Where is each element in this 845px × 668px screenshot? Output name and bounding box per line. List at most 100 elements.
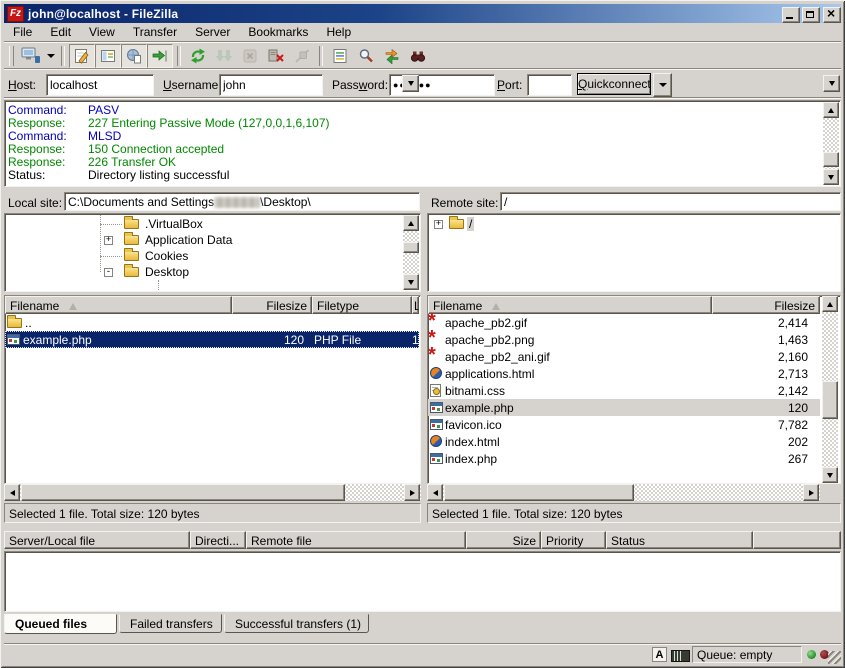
queue-header-status[interactable]: Status [606,531,753,549]
file-size: 2,713 [728,367,808,381]
host-input[interactable] [46,74,154,96]
remote-site-combobox[interactable]: / [500,192,841,211]
local-site-combo-arrow[interactable] [402,75,419,92]
local-tree-scrollbar-thumb[interactable] [403,242,419,253]
log-scroll-up-button[interactable] [823,102,839,118]
menu-item-bookmarks[interactable]: Bookmarks [239,23,317,42]
toggle-message-log-button[interactable] [69,44,95,68]
menu-item-edit[interactable]: Edit [41,23,80,42]
file-row[interactable]: apache_pb2.gif2,414 [428,314,820,331]
local-header-lastmodified[interactable]: L [412,296,419,314]
local-hscrollbar-thumb[interactable] [21,484,345,501]
cancel-operation-button[interactable] [237,44,263,68]
site-manager-button[interactable] [18,44,44,68]
queue-header-priority[interactable]: Priority [541,531,606,549]
log-scrollbar-thumb[interactable] [823,152,839,167]
find-files-button[interactable] [405,44,431,68]
local-header-filetype[interactable]: Filetype [312,296,412,314]
arrow-down-icon [408,280,414,285]
file-row[interactable]: bitnami.css2,142 [428,382,820,399]
file-row[interactable]: apache_pb2.png1,463 [428,331,820,348]
toggle-transfer-queue-button[interactable] [147,44,173,68]
file-row[interactable]: example.php120 [428,399,820,416]
local-tree-scroll-up-button[interactable] [403,215,419,231]
tree-item-root[interactable]: / [467,217,474,231]
menu-item-help[interactable]: Help [317,23,360,42]
resize-grip[interactable] [828,651,841,664]
arrow-right-icon [809,490,814,496]
collapse-minus-icon[interactable]: - [104,268,113,277]
tree-item-desktop[interactable]: Desktop [143,265,191,279]
tree-item-cookies[interactable]: Cookies [143,249,190,263]
remote-scroll-up-button[interactable] [822,296,838,312]
site-manager-dropdown-button[interactable] [44,45,57,67]
toolbar-grip[interactable] [9,46,14,66]
log-scroll-down-button[interactable] [823,169,839,185]
toggle-local-tree-button[interactable] [95,44,121,68]
transfer-queue-panel[interactable] [4,551,841,612]
local-header-filename[interactable]: Filename [5,296,232,314]
directory-comparison-button[interactable] [353,44,379,68]
file-row[interactable]: index.php267 [428,450,820,467]
local-tree-scroll-down-button[interactable] [403,274,419,290]
menu-item-transfer[interactable]: Transfer [124,23,186,42]
local-site-combobox[interactable]: C:\Documents and Settings\Desktop\ [64,192,420,211]
file-row[interactable]: favicon.ico7,782 [428,416,820,433]
tab-queued-files[interactable]: Queued files [4,614,117,634]
expand-plus-icon[interactable]: + [434,220,443,229]
queue-header-remote-file[interactable]: Remote file [246,531,466,549]
remote-scroll-left-button[interactable] [427,484,443,501]
port-input[interactable] [527,74,572,96]
local-tree-panel[interactable] [4,213,421,292]
tree-item-virtualbox[interactable]: .VirtualBox [143,217,205,231]
refresh-button[interactable] [185,44,211,68]
reconnect-button[interactable] [289,44,315,68]
local-header-filesize[interactable]: Filesize [232,296,312,314]
queue-header-direction[interactable]: Directi... [190,531,246,549]
toggle-remote-tree-button[interactable] [121,44,147,68]
file-size: 2,414 [728,316,808,330]
maximize-button[interactable] [802,7,820,23]
tab-failed-transfers[interactable]: Failed transfers [119,614,222,633]
local-scroll-right-button[interactable] [404,484,420,501]
file-row[interactable]: .. [5,314,419,331]
file-name: apache_pb2.png [445,333,534,347]
local-scroll-left-button[interactable] [4,484,20,501]
remote-header-filename[interactable]: Filename [428,296,712,314]
remote-scroll-down-button[interactable] [822,467,838,483]
data-type-ascii-icon[interactable]: A [652,647,667,662]
filter-button[interactable] [327,44,353,68]
file-row[interactable]: applications.html2,713 [428,365,820,382]
disconnect-button[interactable] [263,44,289,68]
process-queue-button[interactable] [211,44,237,68]
remote-header-filesize[interactable]: Filesize [712,296,820,314]
file-row[interactable]: example.php 120 PHP File 1 [5,331,419,348]
minimize-button[interactable] [782,7,800,23]
speed-limit-icon[interactable] [671,650,690,662]
username-input[interactable] [219,74,323,96]
close-button[interactable] [823,7,841,23]
remote-tree-panel[interactable] [427,213,841,292]
file-row[interactable]: apache_pb2_ani.gif2,160 [428,348,820,365]
remote-site-combo-arrow[interactable] [823,75,840,92]
chevron-down-icon [408,81,414,86]
synchronized-browsing-button[interactable] [379,44,405,68]
tab-successful-transfers[interactable]: Successful transfers (1) [224,614,369,633]
remote-scroll-right-button[interactable] [803,484,819,501]
file-row[interactable]: index.html202 [428,433,820,450]
quickconnect-dropdown-button[interactable] [653,73,672,97]
queue-status-box: Queue: empty [692,646,802,663]
tree-guide-line [158,280,159,290]
quickconnect-button[interactable]: Quickconnect [577,73,651,95]
queue-header-local-file[interactable]: Server/Local file [4,531,190,549]
tree-item-application-data[interactable]: Application Data [143,233,234,247]
queue-header-size[interactable]: Size [466,531,541,549]
menu-item-server[interactable]: Server [186,23,239,42]
menu-item-view[interactable]: View [80,23,124,42]
expand-plus-icon[interactable]: + [104,236,113,245]
remote-hscrollbar-thumb[interactable] [444,484,634,501]
titlebar[interactable]: Fz john@localhost - FileZilla [4,4,841,23]
remote-vscrollbar-thumb[interactable] [822,381,838,419]
menu-item-file[interactable]: File [4,23,41,42]
sort-ascending-icon [492,303,500,310]
